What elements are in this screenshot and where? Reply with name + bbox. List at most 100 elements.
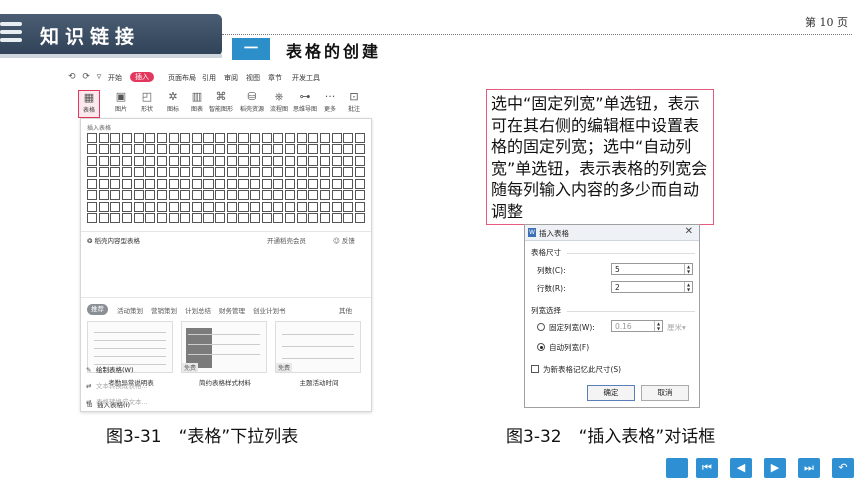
grid-cell[interactable] [121,155,132,166]
grid-cell[interactable] [273,167,284,178]
grid-cell[interactable] [285,133,296,143]
picture-ribbon-button[interactable]: ▣ 图片 [110,90,132,113]
chart-ribbon-button[interactable]: ▥ 图表 [186,90,208,113]
shape-ribbon-button[interactable]: ◰ 形状 [136,90,158,113]
tab-marketing-planning[interactable]: 营销策划 [151,305,177,315]
grid-cell[interactable] [250,144,261,155]
grid-cell[interactable] [285,167,296,178]
feedback-link[interactable]: ☺ 反馈 [333,235,355,245]
draw-table-command[interactable]: ✎ 绘制表格(W) [86,364,134,374]
menu-item-review[interactable]: 审阅 [224,73,238,83]
grid-cell[interactable] [226,201,237,212]
grid-cell[interactable] [191,201,202,212]
grid-cell[interactable] [180,201,191,212]
grid-cell[interactable] [308,155,319,166]
grid-cell[interactable] [226,167,237,178]
grid-cell[interactable] [296,213,307,223]
grid-cell[interactable] [215,155,226,166]
grid-cell[interactable] [354,201,365,212]
grid-cell[interactable] [273,190,284,201]
grid-cell[interactable] [191,167,202,178]
grid-cell[interactable] [133,144,144,155]
grid-cell[interactable] [343,213,354,223]
grid-cell[interactable] [215,213,226,223]
grid-cell[interactable] [156,213,167,223]
grid-cell[interactable] [133,178,144,189]
grid-cell[interactable] [98,144,109,155]
grid-cell[interactable] [110,201,121,212]
grid-cell[interactable] [250,155,261,166]
grid-cell[interactable] [98,178,109,189]
more-ribbon-button[interactable]: ··· 更多 [320,90,340,113]
grid-cell[interactable] [238,178,249,189]
grid-cell[interactable] [285,201,296,212]
grid-cell[interactable] [180,155,191,166]
grid-cell[interactable] [121,167,132,178]
quick-access-icons[interactable]: ⟲ ⟳ ▿ [68,72,103,82]
grid-cell[interactable] [331,201,342,212]
grid-cell[interactable] [354,144,365,155]
grid-cell[interactable] [215,167,226,178]
grid-cell[interactable] [331,155,342,166]
grid-cell[interactable] [226,133,237,143]
grid-cell[interactable] [261,133,272,143]
grid-cell[interactable] [319,167,331,178]
flowchart-ribbon-button[interactable]: ⎈ 流程图 [268,90,290,113]
grid-cell[interactable] [156,201,167,212]
grid-cell[interactable] [238,144,249,155]
grid-cell[interactable] [308,201,319,212]
grid-cell[interactable] [308,178,319,189]
tab-activity-planning[interactable]: 活动策划 [117,305,143,315]
grid-cell[interactable] [354,167,365,178]
grid-cell[interactable] [273,213,284,223]
grid-cell[interactable] [145,167,156,178]
grid-cell[interactable] [191,144,202,155]
grid-cell[interactable] [354,213,365,223]
grid-cell[interactable] [156,155,167,166]
tab-finance[interactable]: 财务管理 [219,305,245,315]
grid-cell[interactable] [296,167,307,178]
grid-cell[interactable] [354,155,365,166]
grid-cell[interactable] [191,190,202,201]
previous-page-button[interactable]: ◀ [730,458,752,478]
cancel-button[interactable]: 取消 [641,385,689,401]
grid-cell[interactable] [343,178,354,189]
return-button[interactable]: ↶ [832,458,854,478]
grid-cell[interactable] [285,178,296,189]
grid-cell[interactable] [273,178,284,189]
grid-cell[interactable] [168,178,179,189]
grid-cell[interactable] [319,190,331,201]
smart-graphic-ribbon-button[interactable]: ⌘ 智能图形 [206,90,236,113]
grid-cell[interactable] [226,155,237,166]
grid-cell[interactable] [168,213,179,223]
grid-cell[interactable] [87,178,98,189]
grid-cell[interactable] [191,178,202,189]
grid-cell[interactable] [285,190,296,201]
menu-item-developer[interactable]: 开发工具 [292,73,320,83]
grid-cell[interactable] [273,201,284,212]
grid-cell[interactable] [285,144,296,155]
grid-cell[interactable] [296,133,307,143]
grid-cell[interactable] [354,190,365,201]
grid-cell[interactable] [215,133,226,143]
grid-cell[interactable] [110,178,121,189]
docer-resource-ribbon-button[interactable]: ⛁ 稻壳资源 [240,90,264,113]
grid-cell[interactable] [308,144,319,155]
grid-cell[interactable] [203,144,214,155]
grid-cell[interactable] [121,144,132,155]
grid-cell[interactable] [261,155,272,166]
grid-cell[interactable] [121,190,132,201]
grid-cell[interactable] [261,201,272,212]
grid-cell[interactable] [180,167,191,178]
grid-cell[interactable] [98,201,109,212]
grid-cell[interactable] [168,133,179,143]
grid-cell[interactable] [296,144,307,155]
grid-cell[interactable] [191,133,202,143]
grid-cell[interactable] [250,213,261,223]
grid-cell[interactable] [261,190,272,201]
table-size-grid[interactable] [87,133,365,223]
grid-cell[interactable] [250,133,261,143]
grid-cell[interactable] [121,133,132,143]
grid-cell[interactable] [331,213,342,223]
grid-cell[interactable] [354,133,365,143]
